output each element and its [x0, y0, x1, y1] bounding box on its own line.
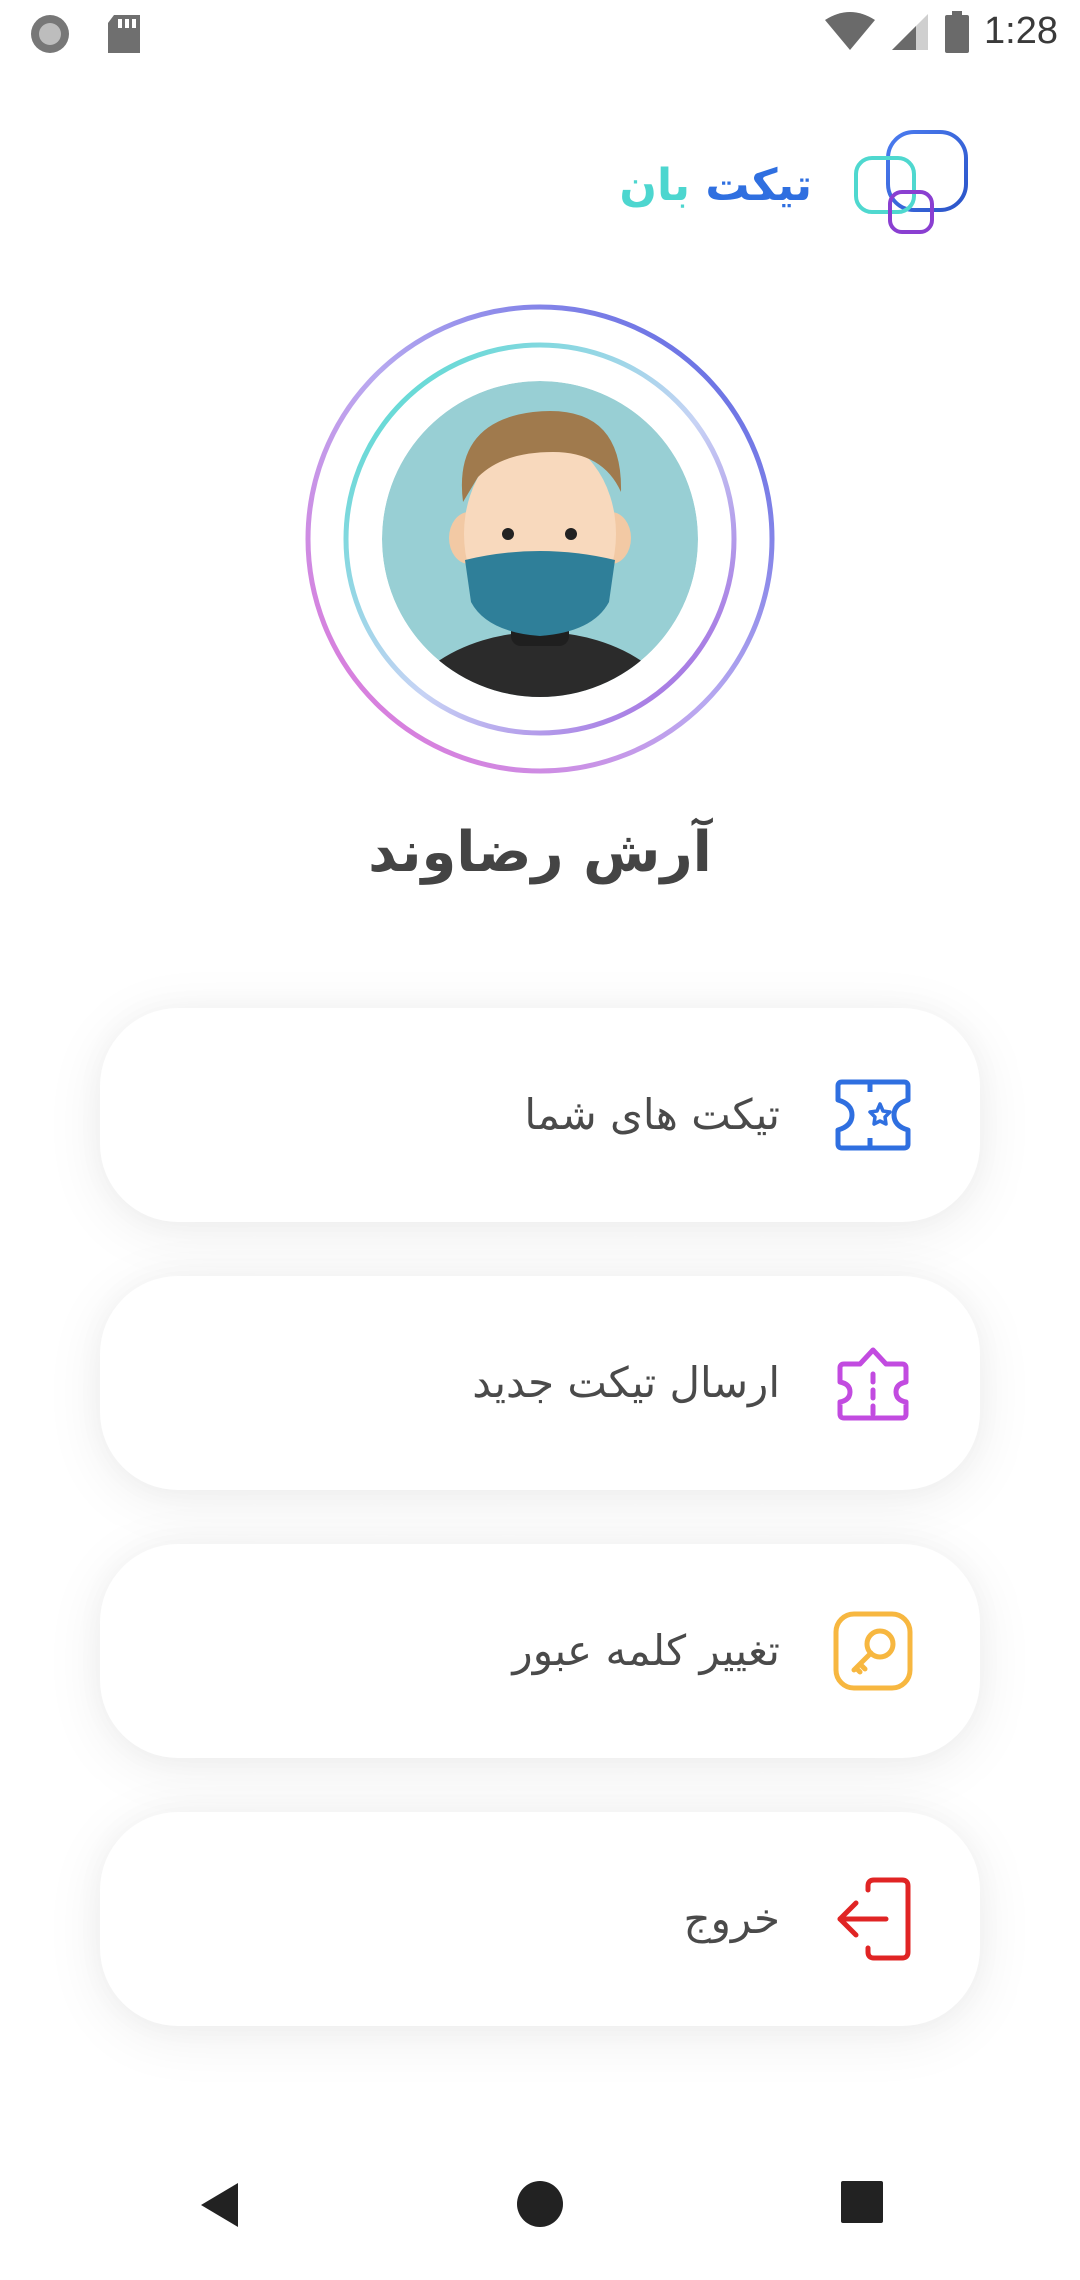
status-bar: 1:28 [0, 0, 1080, 68]
menu-item-change-password[interactable]: تغییر کلمه عبور [100, 1544, 980, 1758]
ticket-star-icon [835, 1079, 911, 1151]
profile-avatar [303, 302, 777, 776]
clock: 1:28 [984, 10, 1058, 52]
key-icon [833, 1611, 913, 1691]
battery-icon [945, 10, 970, 53]
ticket-send-icon [837, 1347, 909, 1421]
menu-item-label: تیکت های شما [524, 1090, 780, 1139]
system-nav-bar [0, 2140, 1080, 2280]
menu-item-logout[interactable]: خروج [100, 1812, 980, 2026]
logout-icon [837, 1877, 911, 1961]
wifi-icon [825, 11, 876, 50]
record-indicator-icon [31, 15, 69, 53]
home-icon[interactable] [516, 2180, 564, 2228]
app-name-part1: تیکت [705, 160, 812, 211]
menu-item-label: ارسال تیکت جدید [472, 1358, 780, 1407]
sd-card-icon [108, 15, 140, 53]
user-name: آرش رضاوند [368, 820, 712, 885]
menu-item-new-ticket[interactable]: ارسال تیکت جدید [100, 1276, 980, 1490]
app-name: تیکت بان [619, 160, 812, 211]
back-icon[interactable] [198, 2180, 242, 2230]
signal-icon [892, 13, 929, 50]
app-brand: تیکت بان [619, 128, 1000, 248]
menu-item-label: خروج [683, 1894, 780, 1943]
recents-icon[interactable] [840, 2180, 884, 2224]
app-name-part2: بان [619, 160, 691, 211]
avatar [305, 304, 775, 774]
menu-item-label: تغییر کلمه عبور [512, 1626, 780, 1675]
app-logo-icon [854, 130, 968, 234]
menu-item-your-tickets[interactable]: تیکت های شما [100, 1008, 980, 1222]
